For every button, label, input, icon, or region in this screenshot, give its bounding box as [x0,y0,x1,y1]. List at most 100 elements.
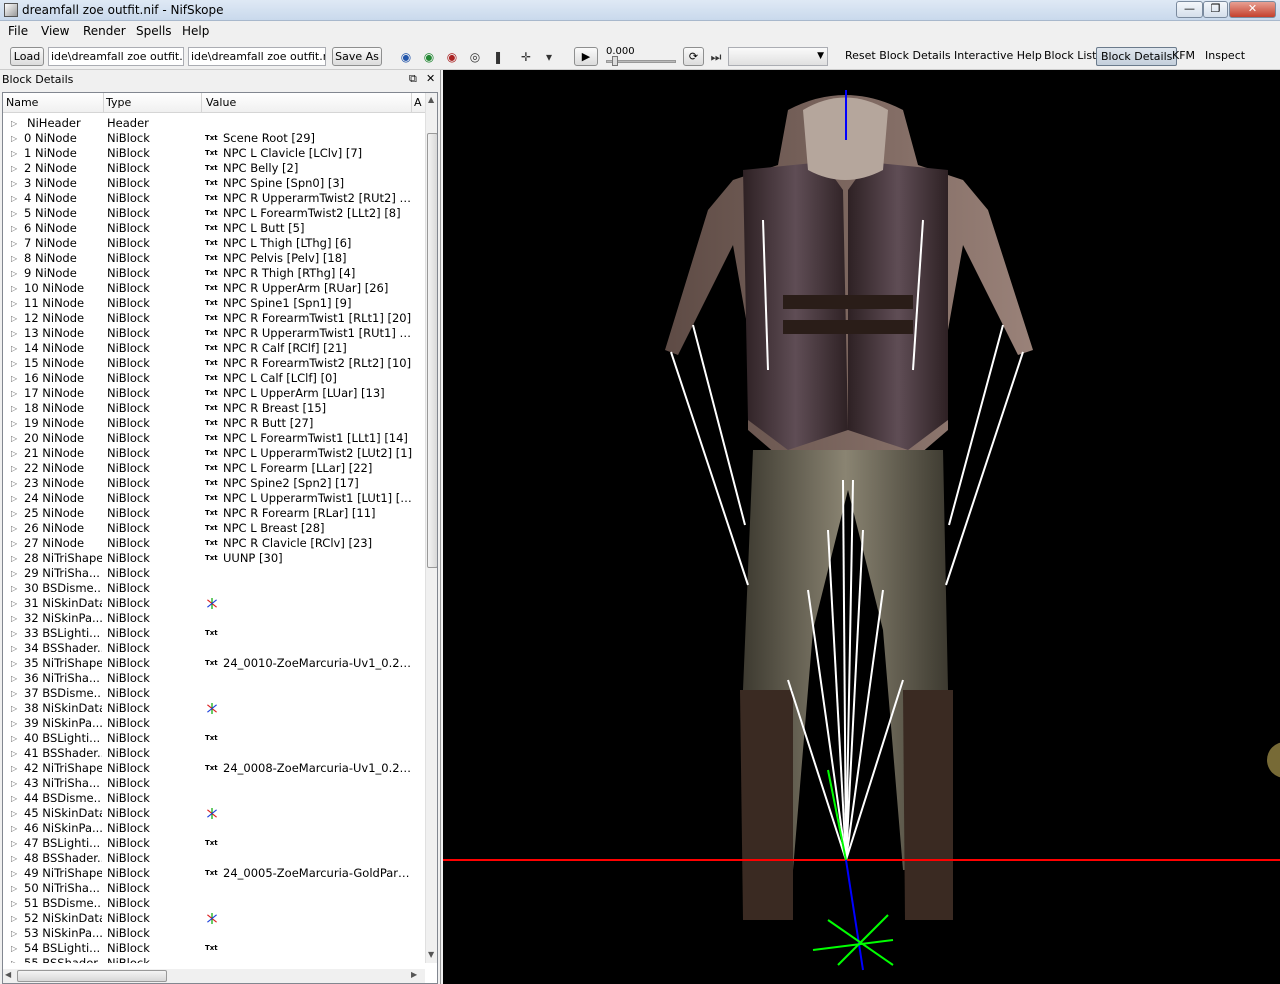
expand-arrow-icon[interactable]: ▷ [11,491,17,506]
expand-arrow-icon[interactable]: ▷ [11,881,17,896]
expand-arrow-icon[interactable]: ▷ [11,806,17,821]
column-name[interactable]: Name [6,96,38,109]
block-details-button[interactable]: Block Details [1096,47,1178,66]
tree-row[interactable]: ▷ 27 NiNode NiBlock Txt NPC R Clavicle [RClv… [3,536,425,551]
tree-row[interactable]: ▷ 1 NiNode NiBlock Txt NPC L Clavicle [LClv]… [3,146,425,161]
tree-row[interactable]: ▷ 2 NiNode NiBlock Txt NPC Belly [2] [3,161,425,176]
expand-arrow-icon[interactable]: ▷ [11,821,17,836]
expand-arrow-icon[interactable]: ▷ [11,176,17,191]
expand-arrow-icon[interactable]: ▷ [11,761,17,776]
maximize-button[interactable]: ❐ [1203,1,1228,18]
column-divider[interactable] [201,93,202,113]
column-type[interactable]: Type [106,96,131,109]
expand-arrow-icon[interactable]: ▷ [11,431,17,446]
tree-row[interactable]: ▷ 50 NiTriSha... NiBlock [3,881,425,896]
expand-arrow-icon[interactable]: ▷ [11,326,17,341]
block-list-button[interactable]: Block List [1044,49,1096,62]
expand-arrow-icon[interactable]: ▷ [11,896,17,911]
tree-row[interactable]: ▷ 52 NiSkinData NiBlock [3,911,425,926]
expand-arrow-icon[interactable]: ▷ [11,581,17,596]
tree-row[interactable]: ▷ 26 NiNode NiBlock Txt NPC L Breast [28] [3,521,425,536]
column-divider[interactable] [411,93,412,113]
kfm-button[interactable]: KFM [1172,49,1195,62]
tree-row[interactable]: ▷ 40 BSLighti... NiBlock Txt [3,731,425,746]
expand-arrow-icon[interactable]: ▷ [11,611,17,626]
column-extra[interactable]: A [414,96,422,109]
expand-arrow-icon[interactable]: ▷ [11,776,17,791]
tree-row[interactable]: ▷ 43 NiTriSha... NiBlock [3,776,425,791]
tree-row[interactable]: ▷ 17 NiNode NiBlock Txt NPC L UpperArm [LUar… [3,386,425,401]
tree-row[interactable]: ▷ 7 NiNode NiBlock Txt NPC L Thigh [LThg] [6… [3,236,425,251]
tree-row[interactable]: ▷ 46 NiSkinPa... NiBlock [3,821,425,836]
tree-row[interactable]: ▷ 5 NiNode NiBlock Txt NPC L ForearmTwist2 [… [3,206,425,221]
expand-arrow-icon[interactable]: ▷ [11,626,17,641]
expand-arrow-icon[interactable]: ▷ [11,686,17,701]
expand-arrow-icon[interactable]: ▷ [11,536,17,551]
expand-arrow-icon[interactable]: ▷ [11,551,17,566]
tree-row[interactable]: ▷ 13 NiNode NiBlock Txt NPC R UpperarmTwist1… [3,326,425,341]
tree-row[interactable]: ▷ 47 BSLighti... NiBlock Txt [3,836,425,851]
move-axis-icon[interactable]: ✛ [518,50,534,64]
save-as-button[interactable]: Save As [332,47,382,66]
expand-arrow-icon[interactable]: ▷ [11,131,17,146]
tree-row[interactable]: ▷ 3 NiNode NiBlock Txt NPC Spine [Spn0] [3] [3,176,425,191]
inspect-button[interactable]: Inspect [1205,49,1245,62]
scroll-right-icon[interactable]: ▶ [411,970,417,979]
expand-arrow-icon[interactable]: ▷ [11,866,17,881]
tree-row[interactable]: ▷ 19 NiNode NiBlock Txt NPC R Butt [27] [3,416,425,431]
eye-outline-icon[interactable]: ◎ [467,50,483,64]
tree-row[interactable]: ▷ 30 BSDisme... NiBlock [3,581,425,596]
tree-row[interactable]: ▷ NiHeader Header [3,116,425,131]
expand-arrow-icon[interactable]: ▷ [11,701,17,716]
float-panel-icon[interactable]: ⧉ [409,72,417,86]
tree-row[interactable]: ▷ 24 NiNode NiBlock Txt NPC L UpperarmTwist1… [3,491,425,506]
expand-arrow-icon[interactable]: ▷ [11,311,17,326]
tree-row[interactable]: ▷ 36 NiTriSha... NiBlock [3,671,425,686]
switch-icon[interactable]: ⏭ [708,50,724,64]
tree-row[interactable]: ▷ 11 NiNode NiBlock Txt NPC Spine1 [Spn1] [9… [3,296,425,311]
expand-arrow-icon[interactable]: ▷ [11,281,17,296]
tree-row[interactable]: ▷ 45 NiSkinData NiBlock [3,806,425,821]
scroll-down-icon[interactable]: ▼ [428,950,434,959]
tree-row[interactable]: ▷ 20 NiNode NiBlock Txt NPC L ForearmTwist1 … [3,431,425,446]
menu-view[interactable]: View [41,24,69,38]
load-path-field[interactable]: ide\dreamfall zoe outfit.nif [48,47,184,66]
expand-arrow-icon[interactable]: ▷ [11,371,17,386]
expand-arrow-icon[interactable]: ▷ [11,506,17,521]
expand-arrow-icon[interactable]: ▷ [11,206,17,221]
tree-row[interactable]: ▷ 10 NiNode NiBlock Txt NPC R UpperArm [RUar… [3,281,425,296]
expand-arrow-icon[interactable]: ▷ [11,236,17,251]
tree-row[interactable]: ▷ 29 NiTriSha... NiBlock [3,566,425,581]
3d-viewport[interactable] [443,70,1280,984]
tree-row[interactable]: ▷ 12 NiNode NiBlock Txt NPC R ForearmTwist1 … [3,311,425,326]
tree-row[interactable]: ▷ 21 NiNode NiBlock Txt NPC L UpperarmTwist2… [3,446,425,461]
expand-arrow-icon[interactable]: ▷ [11,716,17,731]
load-button[interactable]: Load [10,47,44,66]
expand-arrow-icon[interactable]: ▷ [11,911,17,926]
tree-row[interactable]: ▷ 41 BSShader... NiBlock [3,746,425,761]
expand-arrow-icon[interactable]: ▷ [11,461,17,476]
tree-row[interactable]: ▷ 35 NiTriShape NiBlock Txt 24_0010-ZoeMarcu… [3,656,425,671]
expand-arrow-icon[interactable]: ▷ [11,941,17,956]
play-button[interactable]: ▶ [574,47,598,66]
tree-row[interactable]: ▷ 9 NiNode NiBlock Txt NPC R Thigh [RThg] [4… [3,266,425,281]
expand-arrow-icon[interactable]: ▷ [11,521,17,536]
expand-arrow-icon[interactable]: ▷ [11,476,17,491]
expand-arrow-icon[interactable]: ▷ [11,341,17,356]
tree-row[interactable]: ▷ 31 NiSkinData NiBlock [3,596,425,611]
tree-row[interactable]: ▷ 33 BSLighti... NiBlock Txt [3,626,425,641]
save-path-field[interactable]: ide\dreamfall zoe outfit.nif [188,47,326,66]
menu-render[interactable]: Render [83,24,126,38]
close-window-button[interactable]: ✕ [1229,1,1276,18]
tree-row[interactable]: ▷ 49 NiTriShape NiBlock Txt 24_0005-ZoeMarcu… [3,866,425,881]
tree-row[interactable]: ▷ 42 NiTriShape NiBlock Txt 24_0008-ZoeMarcu… [3,761,425,776]
tree-row[interactable]: ▷ 25 NiNode NiBlock Txt NPC R Forearm [RLar]… [3,506,425,521]
eye-red-icon[interactable]: ◉ [444,50,460,64]
column-value[interactable]: Value [206,96,236,109]
expand-arrow-icon[interactable]: ▷ [11,731,17,746]
tree-row[interactable]: ▷ 16 NiNode NiBlock Txt NPC L Calf [LClf] [0… [3,371,425,386]
expand-arrow-icon[interactable]: ▷ [11,251,17,266]
tree-row[interactable]: ▷ 51 BSDisme... NiBlock [3,896,425,911]
tree-row[interactable]: ▷ 14 NiNode NiBlock Txt NPC R Calf [RClf] [2… [3,341,425,356]
tree-row[interactable]: ▷ 6 NiNode NiBlock Txt NPC L Butt [5] [3,221,425,236]
